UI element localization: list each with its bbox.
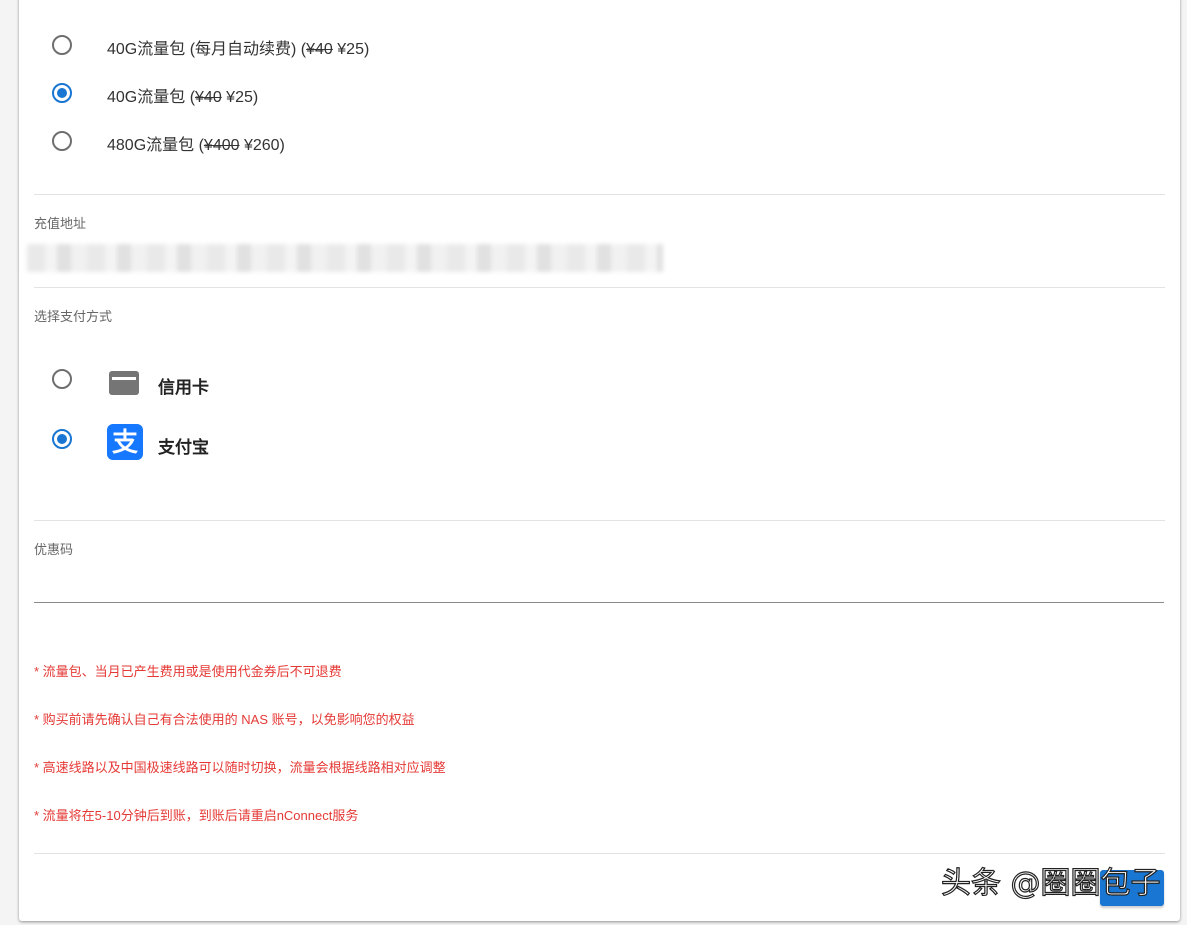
alipay-radio[interactable] [52, 429, 72, 449]
recharge-address-value-redacted [27, 244, 663, 272]
plan-option-2[interactable]: 40G流量包 (¥40 ¥25) [19, 78, 719, 108]
watermark: 头条 @圈圈包子 [940, 865, 1161, 901]
plan-label-1: 40G流量包 (每月自动续费) (¥40 ¥25) [107, 41, 370, 58]
payment-method-label: 选择支付方式 [34, 309, 113, 324]
notice-text: * 购买前请先确认自己有合法使用的 NAS 账号，以免影响您的权益 [34, 712, 415, 727]
order-card: 40G流量包 (每月自动续费) (¥40 ¥25) 40G流量包 (¥40 ¥2… [19, 0, 1180, 921]
payment-option-credit-card[interactable]: 信用卡 [19, 364, 419, 404]
notice-text: * 高速线路以及中国极速线路可以随时切换，流量会根据线路相对应调整 [34, 760, 446, 775]
notice-text: * 流量包、当月已产生费用或是使用代金券后不可退费 [34, 664, 342, 679]
plan-radio-1[interactable] [52, 35, 72, 55]
recharge-address-label: 充值地址 [34, 216, 87, 231]
divider [34, 194, 1165, 195]
payment-option-alipay[interactable]: 支 支付宝 [19, 424, 419, 464]
plan-option-1[interactable]: 40G流量包 (每月自动续费) (¥40 ¥25) [19, 30, 719, 60]
plan-option-3[interactable]: 480G流量包 (¥400 ¥260) [19, 126, 719, 156]
plan-old-price-3: ¥400 [203, 137, 240, 154]
credit-card-radio[interactable] [52, 369, 72, 389]
alipay-icon: 支 [107, 424, 143, 460]
plan-radio-2[interactable] [52, 83, 72, 103]
divider [34, 853, 1165, 854]
coupon-input[interactable] [34, 560, 1164, 603]
divider [34, 520, 1165, 521]
divider [34, 287, 1165, 288]
notice-text: * 流量将在5-10分钟后到账，到账后请重启nConnect服务 [34, 808, 359, 823]
plan-old-price-2: ¥40 [195, 89, 222, 106]
coupon-label: 优惠码 [34, 542, 74, 557]
credit-card-icon [109, 371, 139, 395]
plan-label-3: 480G流量包 (¥400 ¥260) [107, 137, 285, 154]
credit-card-label: 信用卡 [158, 378, 209, 397]
plan-old-price-1: ¥40 [306, 41, 333, 58]
plan-label-2: 40G流量包 (¥40 ¥25) [107, 89, 259, 106]
alipay-label: 支付宝 [158, 438, 209, 457]
plan-radio-3[interactable] [52, 131, 72, 151]
